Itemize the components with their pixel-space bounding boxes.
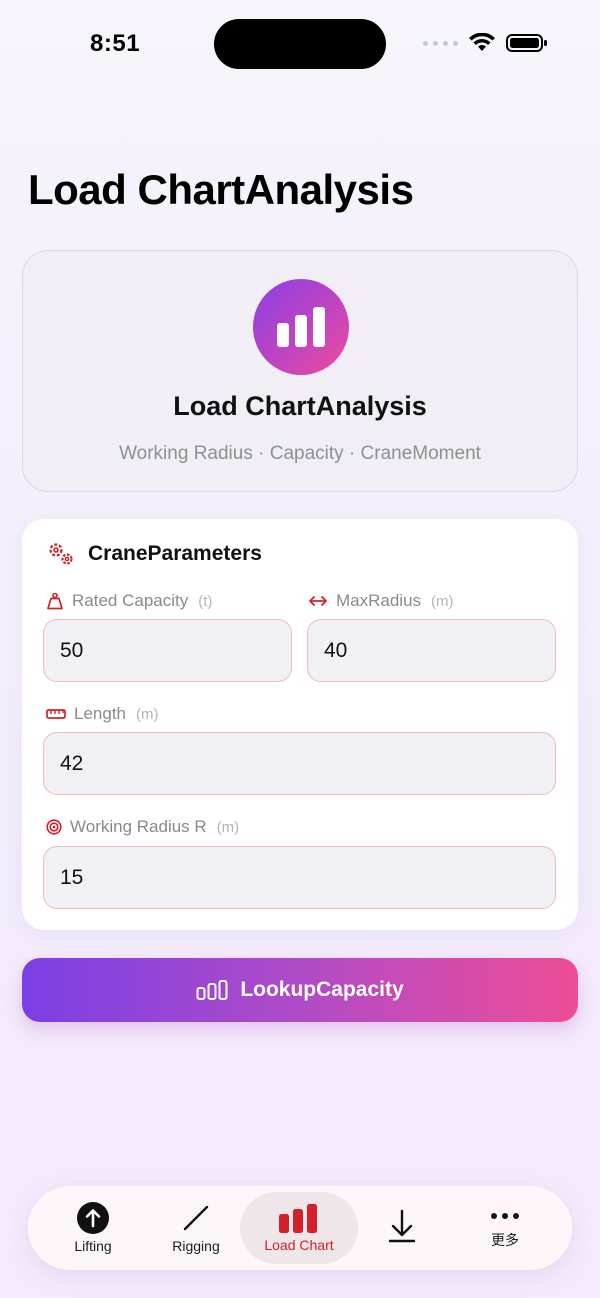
target-icon (46, 819, 62, 835)
bar-chart-icon (196, 980, 228, 1000)
hero-subtitle: Working Radius · Capacity · CraneMoment (119, 443, 481, 464)
rated-capacity-field[interactable]: 50 (43, 619, 292, 682)
page-title: Load ChartAnalysis (28, 166, 414, 213)
length-field[interactable]: 42 (43, 732, 556, 795)
ruler-icon (46, 709, 66, 719)
length-label: Length (m) (46, 704, 159, 724)
length-label-text: Length (74, 704, 126, 723)
bar-chart-icon (253, 279, 349, 375)
arrow-up-circle-icon (77, 1202, 109, 1234)
status-icons (423, 33, 548, 53)
working-radius-field[interactable]: 15 (43, 846, 556, 909)
max-radius-label-text: MaxRadius (336, 591, 422, 610)
max-radius-unit: (m) (431, 592, 454, 610)
slash-line-icon (183, 1205, 209, 1231)
working-radius-label: Working Radius R (m) (46, 817, 239, 837)
lookup-capacity-button[interactable]: LookupCapacity (22, 958, 578, 1022)
hero-title: Load ChartAnalysis (173, 391, 427, 421)
battery-icon (506, 34, 547, 52)
gears-icon (49, 543, 73, 565)
working-radius-label-text: Working Radius R (70, 817, 207, 836)
tab-rigging-label: Rigging (172, 1238, 220, 1254)
hero-card: Load ChartAnalysis Working Radius · Capa… (22, 250, 578, 492)
tab-bar: Lifting Rigging Load Chart 更多 (28, 1186, 572, 1270)
rated-capacity-label: Rated Capacity (t) (46, 591, 212, 611)
weight-icon (47, 592, 63, 610)
max-radius-field[interactable]: 40 (307, 619, 556, 682)
left-right-arrow-icon (309, 596, 327, 606)
tab-more[interactable]: 更多 (446, 1192, 564, 1264)
tab-load-chart-label: Load Chart (264, 1237, 334, 1253)
dynamic-island (214, 19, 386, 69)
tab-rigging[interactable]: Rigging (137, 1192, 255, 1264)
download-arrow-icon (388, 1209, 416, 1243)
rated-capacity-label-text: Rated Capacity (72, 591, 189, 610)
crane-parameters-title: CraneParameters (88, 542, 262, 565)
crane-parameters-header: CraneParameters (46, 541, 262, 567)
rated-capacity-unit: (t) (198, 592, 213, 610)
wifi-icon (469, 33, 495, 51)
tab-load-chart[interactable]: Load Chart (240, 1192, 358, 1264)
crane-parameters-card: CraneParameters Rated Capacity (t) 50 Ma… (22, 519, 578, 930)
more-dots-icon (491, 1213, 519, 1219)
length-unit: (m) (136, 705, 159, 723)
tab-lifting-label: Lifting (74, 1238, 112, 1254)
tab-more-label: 更多 (491, 1232, 519, 1248)
bar-chart-icon (279, 1204, 317, 1233)
lookup-capacity-label: LookupCapacity (240, 978, 404, 1001)
working-radius-unit: (m) (216, 818, 240, 836)
max-radius-label: MaxRadius (m) (308, 591, 454, 611)
cellular-signal-icon (423, 40, 458, 46)
tab-download[interactable] (343, 1192, 461, 1264)
tab-lifting[interactable]: Lifting (34, 1192, 152, 1264)
status-time: 8:51 (90, 30, 141, 57)
